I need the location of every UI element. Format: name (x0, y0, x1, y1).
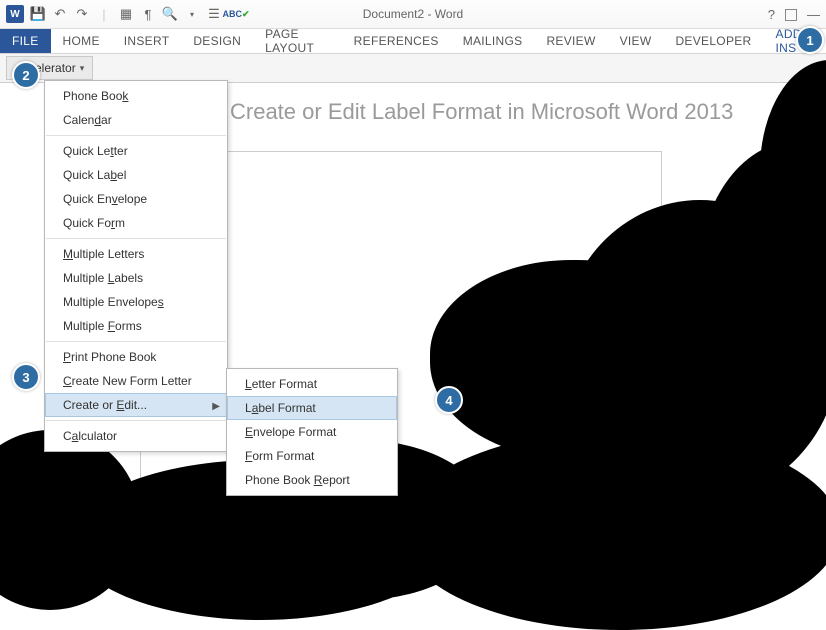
tab-references[interactable]: REFERENCES (342, 29, 451, 53)
tab-review[interactable]: REVIEW (534, 29, 607, 53)
tab-file[interactable]: FILE (0, 29, 51, 53)
ribbon-body: Accelerator ▾ (0, 54, 826, 83)
qat-sep: | (96, 6, 112, 22)
tab-view[interactable]: VIEW (608, 29, 664, 53)
tab-developer[interactable]: DEVELOPER (663, 29, 763, 53)
menu-multiple-labels[interactable]: Multiple Labels (45, 266, 227, 290)
submenu-letter-format[interactable]: Letter Format (227, 372, 397, 396)
window-controls: ? — (768, 0, 820, 28)
menu-phone-book[interactable]: Phone Book (45, 84, 227, 108)
accelerator-menu: Phone Book Calendar Quick Letter Quick L… (44, 80, 228, 452)
spellcheck-icon[interactable]: ABC✔ (228, 6, 244, 22)
menu-quick-label[interactable]: Quick Label (45, 163, 227, 187)
tab-design[interactable]: DESIGN (181, 29, 253, 53)
submenu-label-format[interactable]: Label Format (227, 396, 397, 420)
menu-quick-form[interactable]: Quick Form (45, 211, 227, 235)
submenu-form-format[interactable]: Form Format (227, 444, 397, 468)
menu-create-or-edit[interactable]: Create or Edit... ▶ (45, 393, 227, 417)
callout-badge-4: 4 (435, 386, 463, 414)
ribbon-options-icon[interactable] (785, 9, 797, 21)
list-icon[interactable]: ☰ (206, 6, 222, 22)
menu-separator (46, 341, 226, 342)
create-or-edit-submenu: Letter Format Label Format Envelope Form… (226, 368, 398, 496)
tab-home[interactable]: HOME (51, 29, 112, 53)
menu-print-phone-book[interactable]: Print Phone Book (45, 345, 227, 369)
find-icon[interactable]: 🔍 (162, 6, 178, 22)
quick-access-toolbar: 💾 ↶ ↷ | ▦ ¶ 🔍 ▾ ☰ ABC✔ (30, 6, 244, 22)
save-icon[interactable]: 💾 (30, 6, 46, 22)
menu-separator (46, 238, 226, 239)
undo-icon[interactable]: ↶ (52, 6, 68, 22)
menu-multiple-envelopes[interactable]: Multiple Envelopes (45, 290, 227, 314)
page-title: Create or Edit Label Format in Microsoft… (230, 99, 733, 125)
redo-icon[interactable]: ↷ (74, 6, 90, 22)
menu-multiple-letters[interactable]: Multiple Letters (45, 242, 227, 266)
title-bar: W 💾 ↶ ↷ | ▦ ¶ 🔍 ▾ ☰ ABC✔ Document2 - Wor… (0, 0, 826, 29)
ink-overlay (430, 260, 730, 460)
menu-calendar[interactable]: Calendar (45, 108, 227, 132)
callout-badge-3: 3 (12, 363, 40, 391)
submenu-arrow-icon: ▶ (212, 399, 220, 415)
paragraph-icon[interactable]: ¶ (140, 6, 156, 22)
menu-separator (46, 420, 226, 421)
menu-multiple-forms[interactable]: Multiple Forms (45, 314, 227, 338)
menu-calculator[interactable]: Calculator (45, 424, 227, 448)
ribbon-tabs: FILE HOME INSERT DESIGN PAGE LAYOUT REFE… (0, 29, 826, 54)
tab-mailings[interactable]: MAILINGS (451, 29, 535, 53)
submenu-envelope-format[interactable]: Envelope Format (227, 420, 397, 444)
minimize-icon[interactable]: — (807, 7, 820, 22)
menu-quick-envelope[interactable]: Quick Envelope (45, 187, 227, 211)
qat-dropdown-icon[interactable]: ▾ (184, 6, 200, 22)
submenu-phone-book-report[interactable]: Phone Book Report (227, 468, 397, 492)
caret-down-icon: ▾ (80, 63, 85, 74)
tab-insert[interactable]: INSERT (112, 29, 182, 53)
menu-create-new-form-letter[interactable]: Create New Form Letter (45, 369, 227, 393)
callout-badge-1: 1 (796, 26, 824, 54)
table-icon[interactable]: ▦ (118, 6, 134, 22)
help-icon[interactable]: ? (768, 7, 775, 22)
menu-quick-letter[interactable]: Quick Letter (45, 139, 227, 163)
menu-separator (46, 135, 226, 136)
tab-page-layout[interactable]: PAGE LAYOUT (253, 29, 342, 53)
word-app-icon: W (6, 5, 24, 23)
callout-badge-2: 2 (12, 61, 40, 89)
